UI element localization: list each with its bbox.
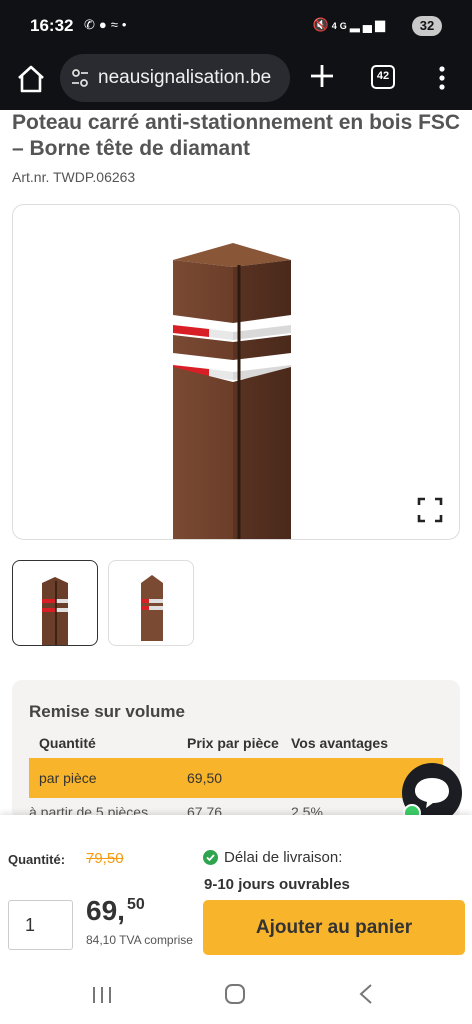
- check-circle-icon: [203, 850, 218, 865]
- column-header-quantity: Quantité: [39, 735, 96, 751]
- volume-discount-panel: Remise sur volume Quantité Prix par pièc…: [12, 680, 460, 820]
- new-tab-icon[interactable]: [308, 62, 336, 90]
- mute-icon: 🔇: [312, 17, 332, 32]
- bollard-image: [173, 243, 291, 539]
- price-decimals: 50: [127, 896, 145, 913]
- home-nav-icon[interactable]: [223, 982, 247, 1006]
- old-price: 79,50: [86, 850, 124, 867]
- notification-icons: ✆●≈•: [84, 17, 130, 33]
- bollard-thumbnail-front: [42, 577, 68, 645]
- price-incl-vat: 84,10 TVA comprise: [86, 933, 193, 947]
- add-to-cart-button[interactable]: Ajouter au panier: [203, 900, 465, 955]
- status-bar: 16:32 ✆●≈• 🔇4G▂▄▆ 32: [0, 0, 472, 52]
- quantity-input[interactable]: [8, 900, 73, 950]
- thumbnail-2[interactable]: [108, 560, 194, 646]
- fullscreen-icon[interactable]: [417, 497, 443, 523]
- url-text: neausignalisation.be: [98, 67, 272, 88]
- system-icons: 🔇4G▂▄▆: [313, 17, 388, 33]
- delivery-label: Délai de livraison:: [224, 849, 343, 866]
- column-header-price: Prix par pièce: [187, 735, 279, 751]
- browser-toolbar: neausignalisation.be 42: [0, 52, 472, 110]
- purchase-bar: Quantité: 79,50 Délai de livraison: 9-10…: [0, 815, 472, 965]
- more-menu-icon[interactable]: [432, 64, 452, 92]
- delivery-time: 9-10 jours ouvrables: [204, 876, 350, 893]
- dot-icon: •: [121, 17, 131, 32]
- address-bar[interactable]: neausignalisation.be: [60, 54, 290, 102]
- home-icon[interactable]: [14, 62, 48, 96]
- 4g-icon: 4G: [331, 21, 350, 31]
- back-icon[interactable]: [356, 982, 376, 1006]
- quantity-label: Quantité:: [8, 852, 66, 867]
- battery-indicator: 32: [412, 16, 442, 36]
- tab-switcher-button[interactable]: 42: [371, 65, 395, 89]
- recent-apps-icon[interactable]: [90, 985, 114, 1005]
- product-main-image[interactable]: [12, 204, 460, 540]
- table-row[interactable]: par pièce 69,50: [29, 758, 443, 798]
- article-number: Art.nr. TWDP.06263: [12, 169, 136, 185]
- column-header-advantage: Vos avantages: [291, 735, 389, 751]
- row-price: 69,50: [187, 770, 223, 786]
- signal-icon: ▂▄▆: [349, 17, 388, 32]
- missed-call-icon: ✆: [84, 17, 99, 32]
- site-settings-icon[interactable]: [70, 68, 90, 88]
- voicemail-icon: ≈: [110, 17, 122, 32]
- thumbnail-1[interactable]: [12, 560, 98, 646]
- product-title: Poteau carré anti-stationnement en bois …: [12, 111, 461, 160]
- price-integer: 69,: [86, 895, 125, 926]
- volume-discount-title: Remise sur volume: [29, 702, 185, 721]
- system-nav-bar: [0, 965, 472, 1024]
- chat-icon: ●: [98, 17, 111, 32]
- status-time: 16:32: [30, 16, 74, 35]
- row-quantity: par pièce: [39, 770, 97, 786]
- bollard-thumbnail-side: [141, 575, 163, 641]
